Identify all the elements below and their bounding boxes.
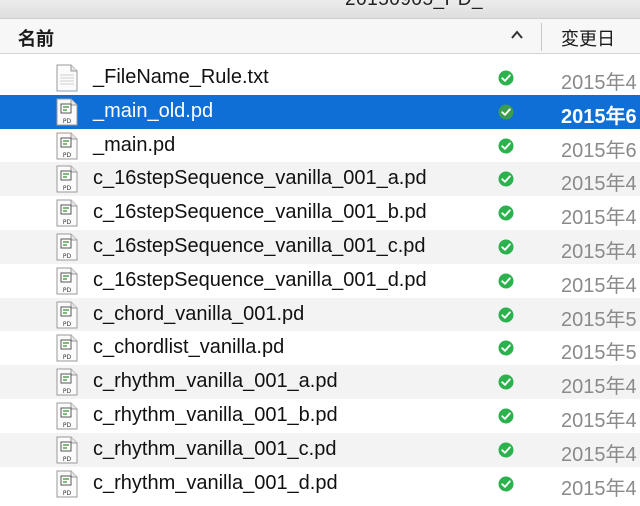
- file-row[interactable]: _FileName_Rule.txt 2015年4: [0, 61, 640, 95]
- file-name[interactable]: c_rhythm_vanilla_001_a.pd: [93, 370, 338, 393]
- name-column-header[interactable]: 名前: [18, 25, 54, 51]
- date-modified: 2015年4: [561, 207, 637, 230]
- date-modified: 2015年5: [561, 308, 637, 331]
- pd-file-icon: PD: [56, 233, 78, 261]
- date-modified: 2015年4: [561, 240, 637, 263]
- chevron-up-icon[interactable]: [510, 28, 524, 42]
- file-row[interactable]: PD _main.pd 2015年6: [0, 129, 640, 163]
- svg-text:PD: PD: [63, 388, 72, 395]
- sync-status-check-icon: [498, 340, 514, 356]
- svg-text:PD: PD: [63, 456, 72, 463]
- finder-window: 20150905_PD_ 名前 変更日 _FileName_Rule.txt 20…: [0, 0, 640, 506]
- file-name[interactable]: _main.pd: [93, 134, 175, 157]
- date-modified: 2015年6: [561, 105, 637, 128]
- file-row[interactable]: PD c_rhythm_vanilla_001_b.pd 2015年4: [0, 399, 640, 433]
- pd-file-icon: PD: [56, 402, 78, 430]
- date-modified: 2015年4: [561, 443, 637, 466]
- file-row[interactable]: PD c_16stepSequence_vanilla_001_a.pd 2015年…: [0, 162, 640, 197]
- date-modified: 2015年6: [561, 139, 637, 162]
- date-modified: 2015年4: [561, 409, 637, 432]
- date-modified: 2015年4: [561, 72, 637, 94]
- sync-status-check-icon: [498, 442, 514, 458]
- file-name[interactable]: c_16stepSequence_vanilla_001_a.pd: [93, 167, 427, 190]
- svg-text:PD: PD: [63, 321, 72, 328]
- file-name[interactable]: c_rhythm_vanilla_001_c.pd: [93, 438, 337, 461]
- sync-status-check-icon: [498, 138, 514, 154]
- svg-text:PD: PD: [63, 152, 72, 159]
- column-header: 名前 変更日: [0, 18, 640, 54]
- file-name[interactable]: c_chordlist_vanilla.pd: [93, 336, 284, 359]
- svg-text:PD: PD: [63, 185, 72, 192]
- pd-file-icon: PD: [56, 199, 78, 227]
- file-name[interactable]: c_16stepSequence_vanilla_001_c.pd: [93, 235, 426, 258]
- window-title: 20150905_PD_: [345, 0, 483, 11]
- pd-file-icon: PD: [56, 436, 78, 464]
- sync-status-check-icon: [498, 408, 514, 424]
- file-name[interactable]: c_16stepSequence_vanilla_001_d.pd: [93, 269, 427, 292]
- file-name[interactable]: c_chord_vanilla_001.pd: [93, 303, 304, 326]
- svg-text:PD: PD: [63, 253, 72, 260]
- svg-text:PD: PD: [63, 219, 72, 226]
- sync-status-check-icon: [498, 273, 514, 289]
- sync-status-check-icon: [498, 307, 514, 323]
- sync-status-check-icon: [498, 104, 514, 120]
- sync-status-check-icon: [498, 70, 514, 86]
- file-name[interactable]: _FileName_Rule.txt: [93, 66, 269, 89]
- pd-file-icon: PD: [56, 165, 78, 193]
- file-name[interactable]: c_rhythm_vanilla_001_d.pd: [93, 472, 338, 495]
- pd-file-icon: PD: [56, 368, 78, 396]
- file-row[interactable]: PD c_rhythm_vanilla_001_d.pd 2015年4: [0, 467, 640, 501]
- sync-status-check-icon: [498, 374, 514, 390]
- svg-text:PD: PD: [63, 118, 72, 125]
- sync-status-check-icon: [498, 476, 514, 492]
- date-modified: 2015年4: [561, 376, 637, 399]
- pd-file-icon: PD: [56, 267, 78, 295]
- title-bar[interactable]: 20150905_PD_: [0, 0, 640, 18]
- file-row[interactable]: PD c_16stepSequence_vanilla_001_d.pd 2015年…: [0, 264, 640, 298]
- pd-file-icon: PD: [56, 98, 78, 126]
- file-row[interactable]: PD c_16stepSequence_vanilla_001_b.pd 2015年…: [0, 196, 640, 230]
- file-name[interactable]: _main_old.pd: [93, 100, 213, 123]
- file-row[interactable]: PD _main_old.pd 2015年6: [0, 94, 640, 129]
- pd-file-icon: PD: [56, 334, 78, 362]
- file-name[interactable]: c_16stepSequence_vanilla_001_b.pd: [93, 201, 427, 224]
- text-file-icon: [56, 64, 78, 92]
- date-modified-column-header[interactable]: 変更日: [561, 25, 615, 51]
- sync-status-check-icon: [498, 205, 514, 221]
- date-modified: 2015年4: [561, 274, 637, 297]
- file-row[interactable]: PD c_chordlist_vanilla.pd 2015年5: [0, 331, 640, 365]
- file-row[interactable]: PD c_16stepSequence_vanilla_001_c.pd 2015年…: [0, 229, 640, 264]
- date-modified: 2015年5: [561, 342, 637, 365]
- file-row[interactable]: PD c_chord_vanilla_001.pd 2015年5: [0, 297, 640, 332]
- svg-text:PD: PD: [63, 422, 72, 429]
- file-row[interactable]: PD c_rhythm_vanilla_001_c.pd 2015年4: [0, 432, 640, 467]
- pd-file-icon: PD: [56, 470, 78, 498]
- pd-file-icon: PD: [56, 132, 78, 160]
- file-row[interactable]: PD c_rhythm_vanilla_001_a.pd 2015年4: [0, 365, 640, 399]
- date-modified: 2015年4: [561, 173, 637, 196]
- svg-text:PD: PD: [63, 354, 72, 361]
- svg-text:PD: PD: [63, 287, 72, 294]
- sync-status-check-icon: [498, 239, 514, 255]
- file-list: _FileName_Rule.txt 2015年4 PD _main_old.pd 20…: [0, 61, 640, 500]
- svg-text:PD: PD: [63, 490, 72, 497]
- pd-file-icon: PD: [56, 301, 78, 329]
- date-modified: 2015年4: [561, 477, 637, 500]
- sync-status-check-icon: [498, 171, 514, 187]
- column-divider[interactable]: [541, 23, 542, 51]
- file-name[interactable]: c_rhythm_vanilla_001_b.pd: [93, 404, 338, 427]
